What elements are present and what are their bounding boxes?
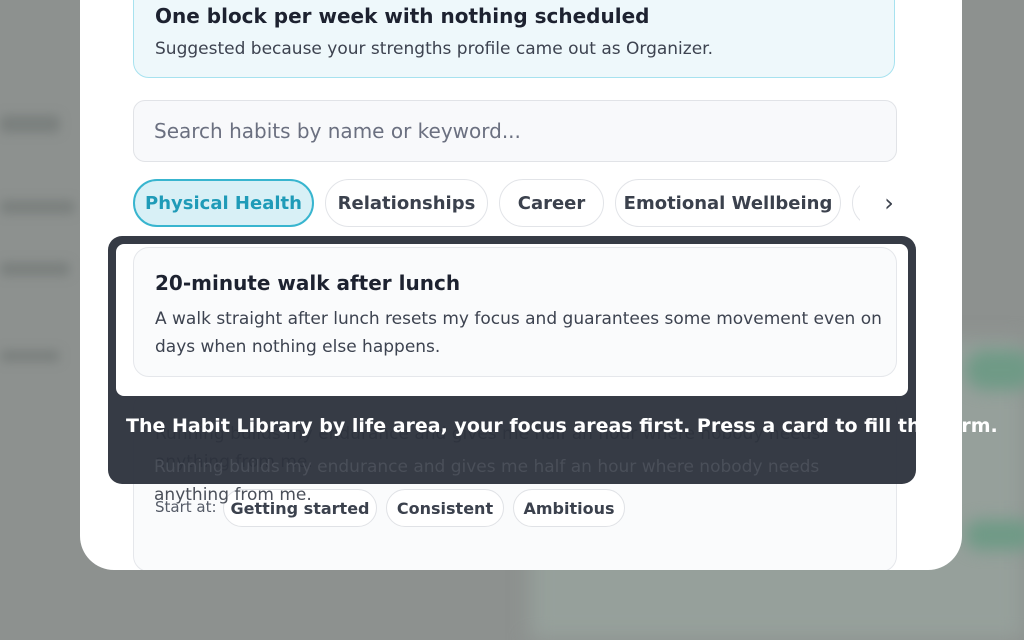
background-text — [0, 262, 70, 276]
habit-description: A walk straight after lunch resets my fo… — [155, 309, 882, 357]
category-chips: Physical Health Relationships Career Emo… — [133, 179, 918, 229]
suggestion-title: One block per week with nothing schedule… — [155, 4, 650, 28]
highlighted-habit-card[interactable]: 20-minute walk after lunch A walk straig… — [133, 247, 897, 377]
background-chip — [965, 350, 1024, 390]
coach-mark-spotlight: 20-minute walk after lunch A walk straig… — [116, 244, 908, 396]
obscured-habit-description: Running builds my endurance and gives me… — [154, 457, 820, 505]
suggestion-subtitle: Suggested because your strengths profile… — [155, 39, 713, 59]
background-text — [0, 115, 60, 133]
habit-search-input[interactable] — [133, 100, 897, 162]
category-chip-physical-health[interactable]: Physical Health — [133, 179, 314, 227]
background-text — [0, 200, 75, 214]
background-chip — [965, 520, 1024, 550]
suggestion-card[interactable]: One block per week with nothing schedule… — [133, 0, 895, 78]
chevron-right-icon[interactable]: › — [860, 179, 918, 227]
category-chip-relationships[interactable]: Relationships — [325, 179, 488, 227]
habit-title: 20-minute walk after lunch — [155, 271, 461, 295]
background-text — [0, 350, 60, 362]
category-chip-career[interactable]: Career — [499, 179, 604, 227]
coach-mark-text: The Habit Library by life area, your foc… — [126, 415, 998, 437]
category-chip-emotional-wellbeing[interactable]: Emotional Wellbeing — [615, 179, 841, 227]
